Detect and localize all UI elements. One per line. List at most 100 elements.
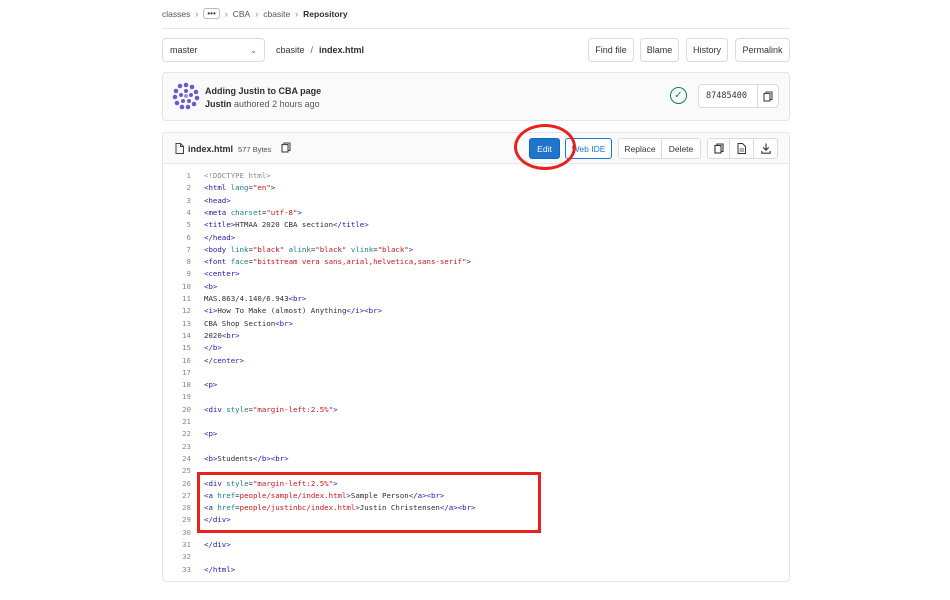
delete-button[interactable]: Delete [662,138,701,159]
breadcrumb-item-cba[interactable]: CBA [233,9,250,19]
branch-selector[interactable]: master ⌄ [162,38,265,62]
history-button[interactable]: History [686,38,728,62]
line-number[interactable]: 6 [163,233,191,242]
path-separator: / [310,45,314,55]
file-header: index.html 577 Bytes Edit Web IDE Replac… [163,133,789,164]
line-number[interactable]: 14 [163,331,191,340]
copy-sha-icon[interactable] [757,85,778,107]
line-number[interactable]: 29 [163,515,191,524]
chevron-right-icon: › [195,8,199,19]
blame-button[interactable]: Blame [640,38,679,62]
line-number[interactable]: 15 [163,343,191,352]
divider [162,28,790,29]
line-number[interactable]: 22 [163,429,191,438]
line-number[interactable]: 1 [163,171,191,180]
commit-meta: Justin authored 2 hours ago [205,99,320,109]
commit-sha-group: 87485400 [698,84,779,108]
code-line: 2020<br> [204,330,240,340]
line-number[interactable]: 23 [163,442,191,451]
last-commit-panel: Adding Justin to CBA page Justin authore… [162,72,790,121]
line-number[interactable]: 33 [163,565,191,574]
code-line: CBA Shop Section<br> [204,318,294,328]
breadcrumb-current[interactable]: Repository [303,9,347,19]
replace-button[interactable]: Replace [618,138,662,159]
code-line: <!DOCTYPE html> [204,171,271,180]
code-line: <meta charset="utf-8"> [204,207,302,217]
chevron-right-icon: › [295,8,299,19]
open-raw-button[interactable] [730,138,754,159]
commit-authored-label: authored [234,99,270,109]
path-root-link[interactable]: cbasite [276,45,305,55]
line-number[interactable]: 11 [163,294,191,303]
web-ide-button[interactable]: Web IDE [565,138,612,159]
code-line: </center> [204,355,245,365]
code-line: <title>HTMAA 2020 CBA section</title> [204,220,369,230]
line-number[interactable]: 21 [163,417,191,426]
code-line: <html lang="en"> [204,183,276,193]
pipeline-success-icon[interactable]: ✓ [670,87,687,104]
code-line: </html> [204,564,236,574]
code-line: </div> [204,540,231,549]
line-number[interactable]: 2 [163,183,191,192]
code-line: </b> [204,343,222,353]
permalink-button[interactable]: Permalink [735,38,790,62]
commit-title-link[interactable]: Adding Justin to CBA page [205,86,321,96]
line-number[interactable]: 19 [163,392,191,401]
line-number[interactable]: 13 [163,319,191,328]
download-button[interactable] [754,138,778,159]
line-number[interactable]: 30 [163,528,191,537]
line-number[interactable]: 17 [163,368,191,377]
line-number[interactable]: 27 [163,491,191,500]
code-line: <head> [204,195,231,205]
code-line: </div> [204,515,231,525]
line-number[interactable]: 3 [163,196,191,205]
line-number[interactable]: 24 [163,454,191,463]
breadcrumb-ellipsis-button[interactable]: ••• [203,8,220,19]
code-line: <p> [204,429,218,439]
code-line: <body link="black" alink="black" vlink="… [204,244,414,254]
file-viewer: index.html 577 Bytes Edit Web IDE Replac… [162,132,790,582]
line-number[interactable]: 16 [163,356,191,365]
code-line: <div style="margin-left:2.5%"> [204,404,338,414]
line-number[interactable]: 25 [163,466,191,475]
path-file: index.html [319,45,365,55]
breadcrumb: classes › ••• › CBA › cbasite › Reposito… [162,8,348,19]
copy-path-icon[interactable] [281,142,291,153]
file-size: 577 Bytes [238,145,272,154]
chevron-right-icon: › [224,8,228,19]
line-number[interactable]: 20 [163,405,191,414]
line-number[interactable]: 31 [163,540,191,549]
edit-button[interactable]: Edit [529,138,560,159]
breadcrumb-item-cbasite[interactable]: cbasite [263,9,290,19]
commit-author-link[interactable]: Justin [205,99,232,109]
breadcrumb-item-classes[interactable]: classes [162,9,190,19]
copy-contents-button[interactable] [707,138,730,159]
file-icon [175,143,184,154]
chevron-down-icon: ⌄ [250,45,257,55]
line-number[interactable]: 18 [163,380,191,389]
code-line: </head> [204,232,236,242]
line-number[interactable]: 5 [163,220,191,229]
line-number[interactable]: 8 [163,257,191,266]
code-line: <a href=people/justinbc/index.html>Justi… [204,503,476,513]
code-line: <div style="margin-left:2.5%"> [204,478,338,488]
line-number[interactable]: 28 [163,503,191,512]
commit-sha[interactable]: 87485400 [699,91,757,101]
code-line: <b> [204,281,218,291]
file-path: cbasite / index.html [276,45,364,55]
code-line: <i>How To Make (almost) Anything</i><br> [204,306,383,316]
download-icon [760,143,771,154]
code-line: <font face="bitstream vera sans,arial,he… [204,257,471,267]
code-line: <p> [204,380,218,390]
branch-name: master [170,45,198,55]
line-number[interactable]: 26 [163,479,191,488]
line-number[interactable]: 12 [163,306,191,315]
line-number[interactable]: 32 [163,552,191,561]
find-file-button[interactable]: Find file [588,38,634,62]
line-number[interactable]: 10 [163,282,191,291]
line-number[interactable]: 4 [163,208,191,217]
line-number[interactable]: 9 [163,269,191,278]
document-icon [737,143,746,154]
avatar[interactable] [172,82,200,110]
line-number[interactable]: 7 [163,245,191,254]
